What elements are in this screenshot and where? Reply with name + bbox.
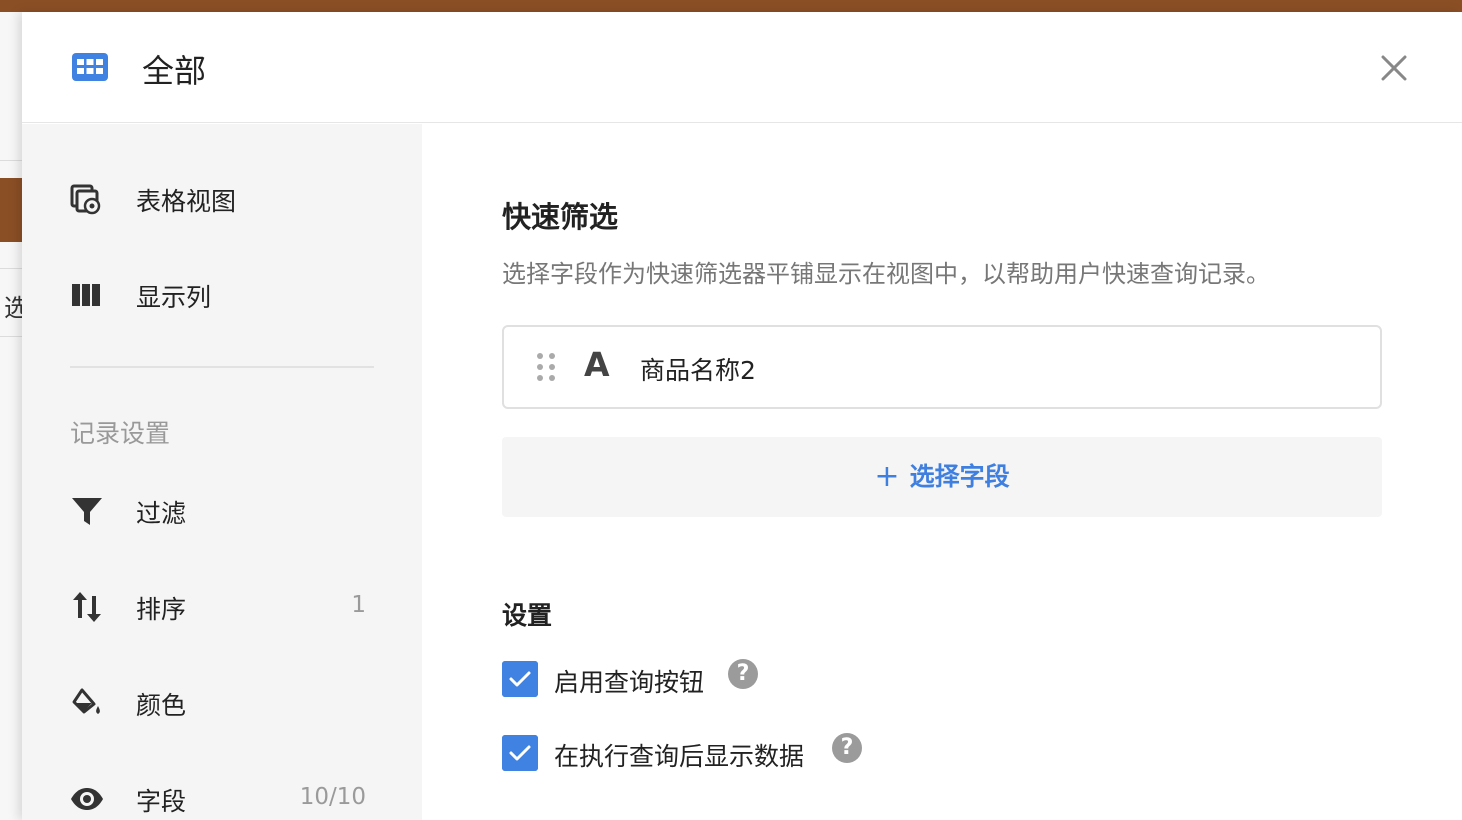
- sidebar-section-title: 记录设置: [70, 419, 171, 448]
- sidebar-item-label: 颜色: [136, 691, 187, 720]
- sidebar-item-label: 表格视图: [136, 187, 237, 216]
- sidebar-item-color[interactable]: 颜色: [22, 672, 422, 732]
- page-title: 快速筛选: [502, 200, 619, 234]
- sidebar-item-filter[interactable]: 过滤: [22, 480, 422, 540]
- sidebar-item-label: 排序: [136, 595, 187, 624]
- sidebar-item-fields[interactable]: 字段 10/10: [22, 768, 422, 820]
- dialog-title: 全部: [142, 52, 207, 90]
- sidebar-item-table-view[interactable]: 表格视图: [22, 168, 422, 228]
- filter-icon: [72, 498, 102, 525]
- sidebar-item-count: 10/10: [299, 784, 366, 810]
- option-label: 启用查询按钮: [554, 668, 705, 697]
- settings-title: 设置: [502, 601, 553, 630]
- text-field-type-icon: A: [584, 345, 610, 384]
- background-divider: [0, 268, 22, 269]
- quick-filter-panel: 快速筛选 选择字段作为快速筛选器平铺显示在视图中，以帮助用户快速查询记录。 A …: [422, 124, 1462, 820]
- sort-icon: [73, 592, 101, 622]
- option-label: 在执行查询后显示数据: [554, 742, 805, 771]
- sidebar-item-count: 1: [351, 592, 366, 618]
- sidebar-divider: [70, 366, 374, 368]
- help-icon[interactable]: ?: [832, 733, 862, 763]
- close-icon[interactable]: [1378, 52, 1410, 84]
- sidebar-item-label: 显示列: [136, 283, 212, 312]
- checkbox-checked[interactable]: [502, 735, 538, 771]
- table-view-icon: [70, 184, 101, 215]
- sidebar-item-label: 过滤: [136, 499, 187, 528]
- checkbox-checked[interactable]: [502, 661, 538, 697]
- settings-sidebar: 表格视图 显示列 记录设置 过滤 排序 1 颜色 字段 10/10: [22, 124, 422, 820]
- paint-bucket-icon: [72, 688, 100, 714]
- selected-field-item[interactable]: A 商品名称2: [502, 325, 1382, 409]
- drag-handle-icon[interactable]: [534, 351, 558, 383]
- page-description: 选择字段作为快速筛选器平铺显示在视图中，以帮助用户快速查询记录。: [502, 260, 1270, 288]
- sidebar-item-columns[interactable]: 显示列: [22, 264, 422, 324]
- sidebar-item-label: 字段: [136, 787, 187, 816]
- view-settings-dialog: 全部 表格视图 显示列 记录设置 过滤 排序 1 颜色 字段 10/10 快速筛…: [22, 12, 1462, 820]
- eye-icon: [71, 788, 103, 810]
- field-name: 商品名称2: [640, 356, 756, 385]
- help-icon[interactable]: ?: [728, 659, 758, 689]
- sidebar-item-sort[interactable]: 排序 1: [22, 576, 422, 636]
- grid-icon: [72, 53, 108, 81]
- add-field-button[interactable]: + 选择字段: [502, 437, 1382, 517]
- background-partial-text: 选: [4, 294, 22, 322]
- plus-icon: +: [874, 459, 900, 494]
- option-enable-query-button: 启用查询按钮 ?: [502, 659, 802, 701]
- option-show-data-after-query: 在执行查询后显示数据 ?: [502, 733, 902, 775]
- background-left-strip: [0, 12, 22, 820]
- background-divider: [0, 160, 22, 161]
- dialog-header: 全部: [22, 12, 1462, 123]
- background-selected-row: [0, 178, 22, 242]
- background-divider: [0, 336, 22, 337]
- columns-icon: [72, 284, 100, 306]
- add-field-label: 选择字段: [909, 462, 1010, 491]
- background-top-bar: [0, 0, 1462, 12]
